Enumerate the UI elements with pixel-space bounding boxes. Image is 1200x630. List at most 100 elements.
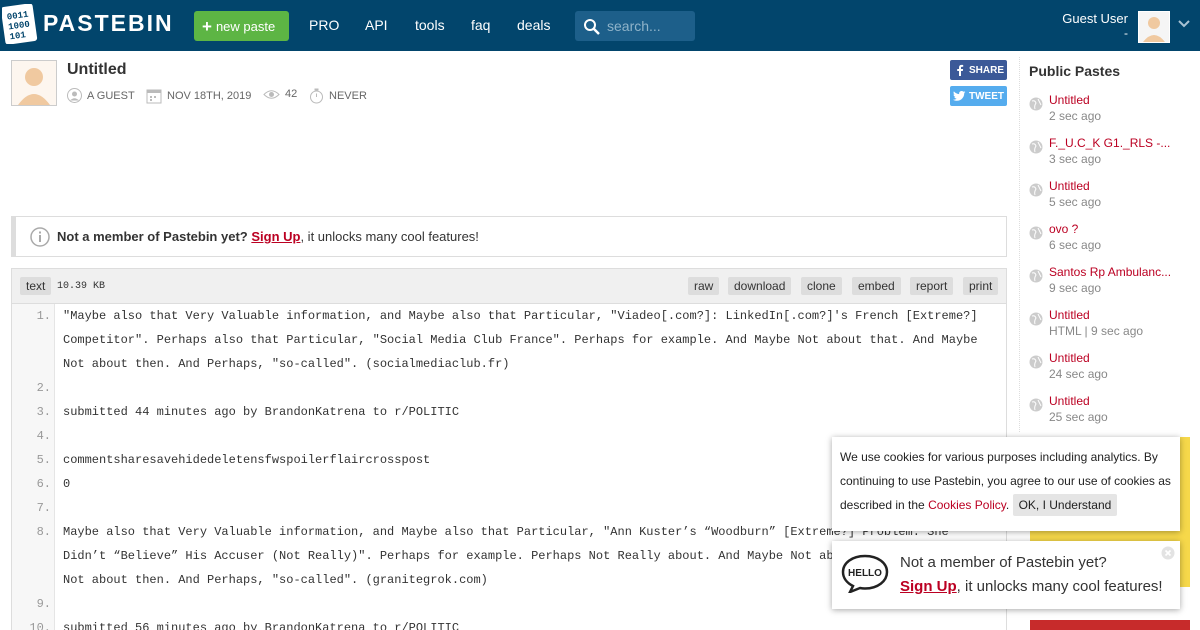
public-paste-name[interactable]: Untitled	[1049, 308, 1090, 322]
public-paste-item[interactable]: ovo ? 6 sec ago	[1029, 222, 1189, 258]
globe-icon	[1029, 269, 1043, 283]
line-number: 8.	[36, 525, 51, 539]
print-button[interactable]: print	[963, 277, 999, 295]
user-name[interactable]: Guest User	[1062, 11, 1128, 26]
nav-tools[interactable]: tools	[415, 17, 445, 33]
notice-rest: , it unlocks many cool features!	[300, 229, 479, 244]
report-button[interactable]: report	[910, 277, 954, 295]
notice-message: Not a member of Pastebin yet? Sign Up, i…	[57, 229, 479, 244]
public-paste-item[interactable]: Untitled 24 sec ago	[1029, 351, 1189, 387]
line-number: 6.	[36, 477, 51, 491]
logo-text[interactable]: PASTEBIN	[43, 10, 174, 37]
public-paste-name[interactable]: Santos Rp Ambulanc...	[1049, 265, 1171, 279]
nav-pro[interactable]: PRO	[309, 17, 339, 33]
facebook-share-button[interactable]: SHARE	[950, 60, 1007, 80]
line-number: 1.	[36, 309, 51, 323]
cookie-banner: We use cookies for various purposes incl…	[832, 437, 1180, 531]
twitter-share-label: TWEET	[969, 90, 1004, 102]
public-paste-name[interactable]: Untitled	[1049, 394, 1090, 408]
paste-title: Untitled	[67, 61, 127, 78]
sidebar-divider	[1019, 57, 1020, 432]
line-text: submitted 56 minutes ago by BrandonKatre…	[63, 621, 460, 630]
views-count: 42	[285, 88, 298, 100]
public-paste-item[interactable]: F._U.C_K G1._RLS -... 3 sec ago	[1029, 136, 1189, 172]
twitter-share-button[interactable]: TWEET	[950, 86, 1007, 106]
facebook-share-label: SHARE	[969, 64, 1005, 76]
public-paste-item[interactable]: Untitled 5 sec ago	[1029, 179, 1189, 215]
line-number: 7.	[36, 501, 51, 515]
public-paste-name[interactable]: Untitled	[1049, 179, 1090, 193]
globe-icon	[1029, 355, 1043, 369]
cookie-accept-button[interactable]: OK, I Understand	[1012, 494, 1118, 516]
paste-size: 10.39 KB	[57, 281, 106, 292]
line-text: "Maybe also that Very Valuable informati…	[63, 309, 978, 371]
public-paste-item[interactable]: Untitled 2 sec ago	[1029, 93, 1189, 129]
nav-deals[interactable]: deals	[517, 17, 550, 33]
globe-icon	[1029, 312, 1043, 326]
nav-faq[interactable]: faq	[471, 17, 490, 33]
signup-notice: Not a member of Pastebin yet? Sign Up, i…	[11, 216, 1007, 257]
public-paste-time: 2 sec ago	[1049, 109, 1102, 123]
syntax-format-badge[interactable]: text	[20, 277, 52, 295]
public-paste-item[interactable]: Santos Rp Ambulanc... 9 sec ago	[1029, 265, 1189, 301]
date-text: NOV 18TH, 2019	[167, 90, 252, 102]
code-toolbar: text 10.39 KB raw download clone embed r…	[12, 269, 1006, 304]
expires-text: NEVER	[329, 90, 367, 102]
globe-icon	[1029, 140, 1043, 154]
public-paste-time: 3 sec ago	[1049, 152, 1102, 166]
chevron-down-icon[interactable]	[1178, 19, 1190, 29]
pastebin-logo-icon[interactable]: 0011 1000 101	[0, 3, 38, 45]
embed-button[interactable]: embed	[852, 277, 901, 295]
popup-signup-link[interactable]: Sign Up	[900, 578, 957, 595]
calendar-icon	[146, 89, 162, 104]
line-number: 2.	[36, 381, 51, 395]
line-text	[55, 376, 985, 400]
new-paste-label: new paste	[215, 18, 276, 34]
user-avatar[interactable]	[1138, 11, 1170, 43]
line-text: submitted 44 minutes ago by BrandonKatre…	[63, 405, 460, 419]
user-sub: -	[1124, 26, 1128, 40]
clone-button[interactable]: clone	[801, 277, 842, 295]
public-paste-item[interactable]: Untitled HTML | 9 sec ago	[1029, 308, 1189, 344]
author-avatar	[11, 60, 57, 106]
notice-signup-link[interactable]: Sign Up	[251, 229, 300, 244]
public-paste-name[interactable]: Untitled	[1049, 93, 1090, 107]
public-paste-name[interactable]: F._U.C_K G1._RLS -...	[1049, 136, 1170, 150]
code-line: 10. submitted 56 minutes ago by BrandonKa…	[12, 616, 1006, 630]
code-line: 2.	[12, 376, 1006, 400]
popup-line2: Sign Up, it unlocks many cool features!	[900, 578, 1163, 595]
author-name: A GUEST	[87, 89, 135, 102]
new-paste-button[interactable]: + new paste	[194, 11, 289, 41]
line-number: 3.	[36, 405, 51, 419]
cookies-policy-link[interactable]: Cookies Policy	[928, 498, 1006, 512]
plus-icon: +	[202, 16, 212, 36]
paste-date: NOV 18TH, 2019	[146, 88, 251, 104]
public-paste-name[interactable]: ovo ?	[1049, 222, 1078, 236]
code-line: 1. "Maybe also that Very Valuable informa…	[12, 304, 1006, 376]
code-line: 3. submitted 44 minutes ago by BrandonKat…	[12, 400, 1006, 424]
search-input[interactable]	[607, 17, 691, 35]
public-paste-time: 24 sec ago	[1049, 367, 1108, 381]
facebook-icon	[957, 64, 964, 76]
info-icon	[30, 227, 50, 247]
top-header: 0011 1000 101 PASTEBIN + new paste PRO A…	[0, 0, 1200, 51]
public-paste-item[interactable]: Untitled 25 sec ago	[1029, 394, 1189, 430]
search-icon[interactable]	[583, 18, 600, 35]
line-number: 10.	[29, 621, 51, 630]
download-button[interactable]: download	[728, 277, 792, 295]
raw-button[interactable]: raw	[688, 277, 720, 295]
nav-api[interactable]: API	[365, 17, 388, 33]
public-paste-name[interactable]: Untitled	[1049, 351, 1090, 365]
cookie-dot: .	[1005, 498, 1010, 512]
globe-icon	[1029, 97, 1043, 111]
paste-author[interactable]: A GUEST	[67, 88, 135, 103]
search-box	[575, 11, 695, 41]
paste-expires: NEVER	[309, 88, 367, 104]
stopwatch-icon	[310, 88, 323, 104]
sidebar-ad-bottom[interactable]	[1030, 620, 1190, 630]
popup-rest: , it unlocks many cool features!	[956, 578, 1163, 595]
notice-bold: Not a member of Pastebin yet?	[57, 229, 248, 244]
twitter-icon	[953, 90, 966, 101]
public-paste-time: 6 sec ago	[1049, 238, 1102, 252]
close-icon[interactable]	[1161, 546, 1175, 560]
